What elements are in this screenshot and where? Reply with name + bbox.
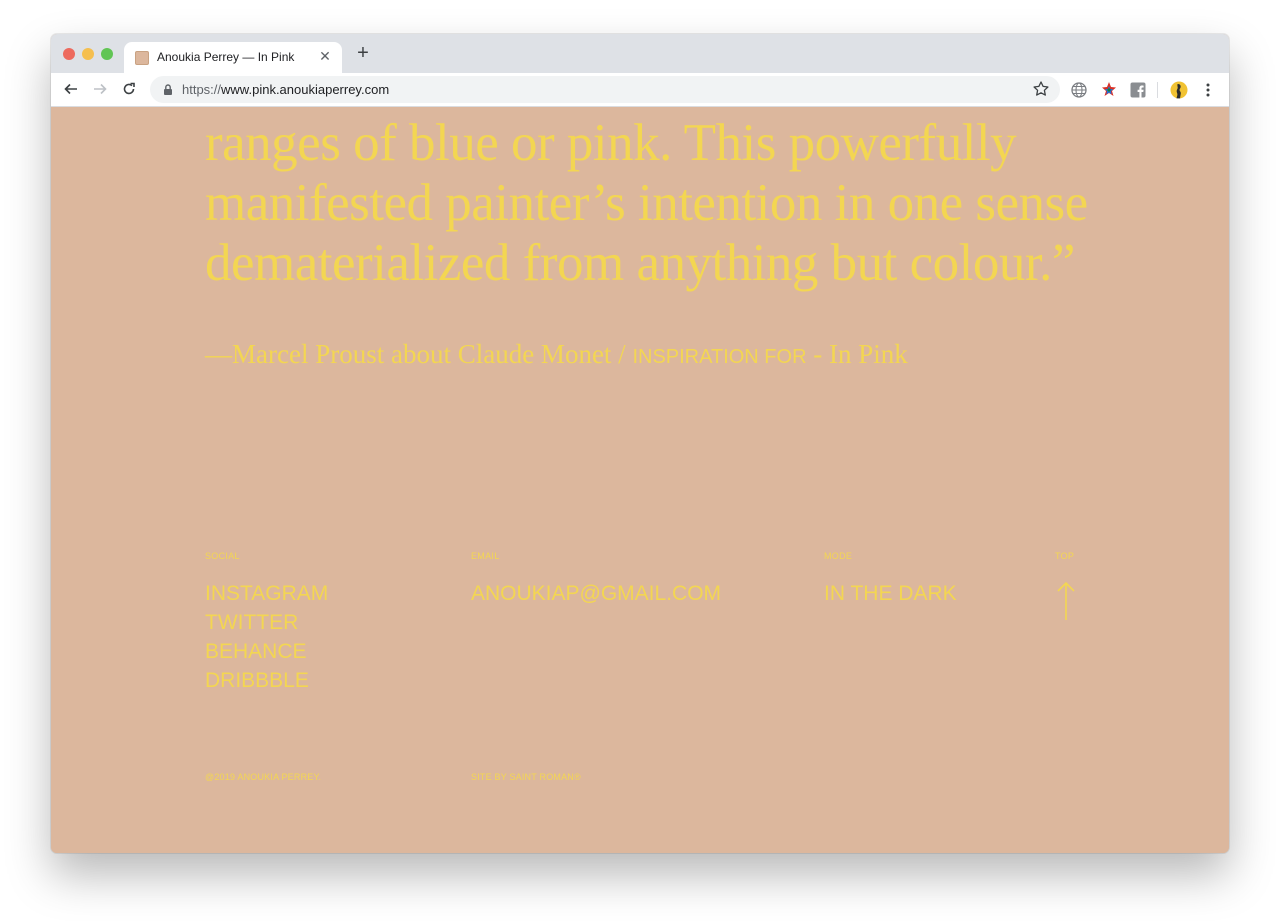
browser-window: Anoukia Perrey — In Pink ✕ + https://www…: [51, 34, 1229, 853]
quote-line: manifested painter’s intention in one se…: [205, 174, 1088, 232]
back-arrow-icon[interactable]: [60, 78, 82, 100]
instagram-link[interactable]: INSTAGRAM: [205, 582, 328, 606]
favicon-icon: [135, 51, 149, 65]
page-content: ranges of blue or pink. This powerfully …: [51, 107, 1229, 853]
url-text: https://www.pink.anoukiaperrey.com: [182, 82, 390, 97]
social-label: SOCIAL: [205, 551, 240, 561]
tab-strip: Anoukia Perrey — In Pink ✕ +: [51, 34, 1229, 73]
arrow-up-icon[interactable]: [1053, 581, 1079, 621]
tab-close-icon[interactable]: ✕: [317, 48, 333, 65]
extension-icon[interactable]: [1100, 81, 1118, 99]
email-link[interactable]: ANOUKIAP@GMAIL.COM: [471, 582, 721, 606]
inspiration-link[interactable]: INSPIRATION FOR: [632, 346, 806, 368]
mode-label: MODE: [824, 551, 853, 561]
new-tab-button[interactable]: +: [353, 43, 373, 63]
twitter-link[interactable]: TWITTER: [205, 611, 298, 635]
reload-icon[interactable]: [118, 78, 140, 100]
window-minimize-button[interactable]: [82, 48, 94, 60]
behance-link[interactable]: BEHANCE: [205, 640, 307, 664]
profile-avatar-icon[interactable]: [1170, 81, 1188, 99]
window-maximize-button[interactable]: [101, 48, 113, 60]
toolbar-divider: [1157, 82, 1158, 98]
address-bar[interactable]: https://www.pink.anoukiaperrey.com: [150, 76, 1060, 103]
globe-icon[interactable]: [1070, 81, 1088, 99]
top-label: TOP: [1055, 551, 1075, 561]
quote-line: ranges of blue or pink. This powerfully: [205, 114, 1017, 172]
browser-tab-active[interactable]: Anoukia Perrey — In Pink ✕: [124, 42, 342, 73]
quote-attribution: —Marcel Proust about Claude Monet / INSP…: [205, 339, 908, 370]
attribution-author: —Marcel Proust about Claude Monet /: [205, 339, 626, 369]
dark-mode-toggle[interactable]: IN THE DARK: [824, 582, 957, 606]
attribution-tail: - In Pink: [813, 339, 908, 369]
site-credit-link[interactable]: SITE BY SAINT ROMAN®: [471, 772, 581, 782]
email-label: EMAIL: [471, 551, 500, 561]
quote-line: dematerialized from anything but colour.…: [205, 234, 1075, 292]
star-icon[interactable]: [1032, 80, 1050, 98]
forward-arrow-icon[interactable]: [89, 78, 111, 100]
tab-title: Anoukia Perrey — In Pink: [157, 50, 295, 64]
browser-toolbar: https://www.pink.anoukiaperrey.com: [51, 73, 1229, 107]
lock-icon: [164, 84, 172, 95]
window-close-button[interactable]: [63, 48, 75, 60]
menu-kebab-icon[interactable]: [1199, 81, 1217, 99]
dribbble-link[interactable]: DRIBBBLE: [205, 669, 309, 693]
facebook-icon[interactable]: [1129, 81, 1147, 99]
copyright-text: @2019 ANOUKIA PERREY.: [205, 772, 322, 782]
